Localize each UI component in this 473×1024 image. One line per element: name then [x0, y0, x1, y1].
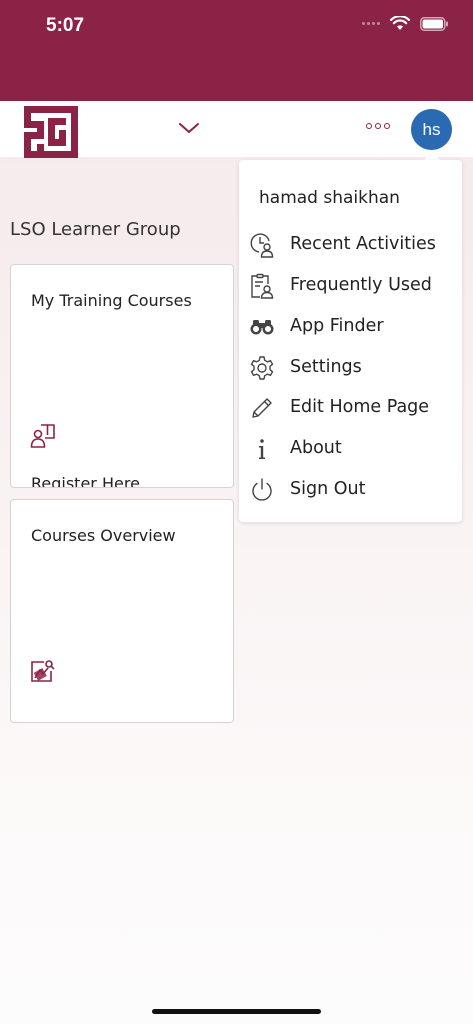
group-title: LSO Learner Group [10, 219, 181, 240]
pencil-icon [249, 395, 275, 421]
status-bar: 5:07 [0, 0, 473, 101]
menu-item-settings[interactable]: Settings [239, 349, 462, 389]
tile-title: My Training Courses [31, 291, 192, 310]
tile-subtitle: Register Here [31, 474, 140, 488]
user-menu-popover: hamad shaikhan Recent Activities Frequen… [239, 160, 462, 522]
frequently-used-icon [249, 273, 275, 299]
register-book-icon [30, 424, 55, 448]
brand-logo[interactable] [24, 106, 78, 158]
menu-item-label: About [290, 438, 342, 458]
info-icon [249, 436, 275, 462]
menu-item-label: Settings [290, 357, 362, 377]
more-options-icon[interactable] [366, 123, 390, 129]
menu-item-label: Edit Home Page [290, 397, 430, 417]
battery-icon [420, 16, 448, 31]
menu-item-label: Frequently Used [290, 275, 432, 295]
power-icon [249, 477, 275, 503]
avatar[interactable]: hs [411, 109, 452, 150]
tile-my-training-courses[interactable]: My Training Courses Register Here [10, 264, 234, 488]
courses-search-icon [31, 660, 55, 682]
app-header: hs [0, 101, 473, 158]
status-icons [362, 16, 449, 31]
menu-item-label: Recent Activities [290, 234, 436, 254]
status-time: 5:07 [46, 15, 85, 36]
menu-item-label: Sign Out [290, 479, 366, 499]
tile-title: Courses Overview [31, 526, 176, 545]
gear-icon [249, 355, 275, 381]
menu-item-label: App Finder [290, 316, 384, 336]
menu-item-about[interactable]: About [239, 430, 462, 470]
menu-pointer [424, 152, 440, 160]
home-indicator[interactable] [152, 1009, 321, 1014]
menu-item-edit-home-page[interactable]: Edit Home Page [239, 389, 462, 429]
menu-item-app-finder[interactable]: App Finder [239, 308, 462, 348]
menu-item-sign-out[interactable]: Sign Out [239, 471, 462, 511]
menu-item-frequently-used[interactable]: Frequently Used [239, 267, 462, 307]
chevron-down-icon[interactable] [178, 121, 200, 135]
menu-item-recent-activities[interactable]: Recent Activities [239, 226, 462, 266]
cellular-signal-icon [362, 22, 380, 25]
recent-activities-icon [249, 232, 275, 258]
binoculars-icon [249, 314, 275, 340]
wifi-icon [390, 16, 410, 30]
tile-courses-overview[interactable]: Courses Overview [10, 499, 234, 723]
user-name: hamad shaikhan [259, 188, 400, 208]
